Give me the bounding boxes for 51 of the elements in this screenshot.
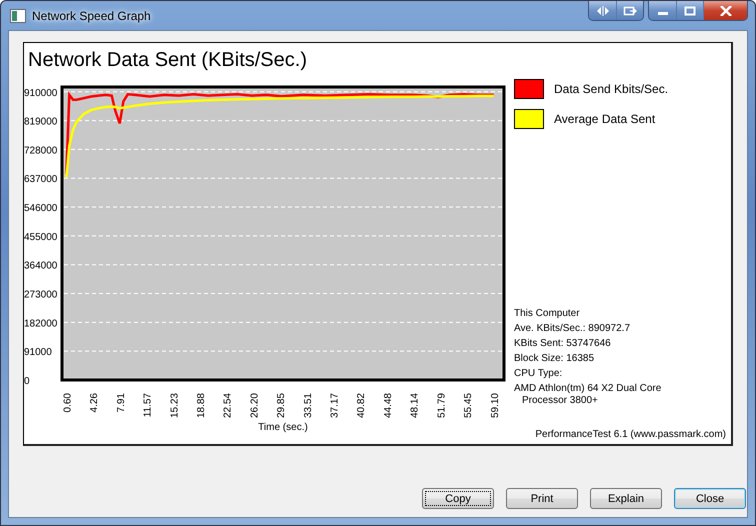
x-tick-label: 29.85: [276, 393, 288, 418]
dialog-button[interactable]: Explain: [590, 488, 662, 509]
x-tick-label: 51.79: [436, 393, 448, 418]
close-icon[interactable]: [703, 1, 747, 20]
info-text: KBits Sent: 53747646: [514, 338, 612, 351]
y-tick-label: 455000: [24, 232, 58, 243]
x-tick-label: 26.20: [249, 393, 260, 418]
x-tick-label: 11.57: [142, 393, 154, 418]
x-tick-label: 37.17: [330, 393, 341, 418]
credit-text: PerformanceTest 6.1 (www.passmark.com): [535, 429, 726, 440]
legend-label: Data Send Kbits/Sec.: [554, 82, 668, 96]
dialog-button[interactable]: Close: [674, 488, 746, 509]
y-tick-label: 0: [24, 376, 30, 387]
switch-icon[interactable]: [589, 1, 616, 20]
y-tick-label: 637000: [24, 174, 58, 186]
axis-title: Time (sec.): [258, 422, 308, 433]
export-icon[interactable]: [616, 1, 643, 20]
graph-title: Network Data Sent (KBits/Sec.): [28, 49, 308, 73]
info-text: AMD Athlon(tm) 64 X2 Dual Core: [514, 383, 662, 395]
y-tick-label: 910000: [24, 88, 58, 99]
info-text: Ave. KBits/Sec.: 890972.7: [514, 323, 632, 336]
x-tick-label: 22.54: [222, 393, 234, 418]
app-icon: [10, 9, 26, 23]
x-tick-label: 18.88: [196, 393, 207, 418]
y-tick-label: 728000: [24, 145, 58, 156]
x-tick-label: 0.60: [62, 393, 74, 412]
y-tick-label: 546000: [24, 203, 58, 214]
info-heading: This Computer: [514, 308, 581, 321]
info-text: CPU Type:: [514, 368, 564, 381]
x-tick-label: 55.45: [463, 393, 474, 418]
x-tick-label: 48.14: [410, 393, 421, 418]
legend-label: Average Data Sent: [554, 112, 656, 126]
dialog-button[interactable]: Copy: [422, 488, 494, 509]
window-title: Network Speed Graph: [32, 9, 151, 23]
y-tick-label: 819000: [24, 116, 58, 128]
info-text: Processor 3800+: [521, 395, 598, 407]
x-tick-label: 15.23: [169, 393, 180, 418]
y-tick-label: 364000: [24, 260, 58, 272]
maximize-icon[interactable]: [676, 1, 703, 20]
x-tick-label: 44.48: [382, 393, 394, 418]
dialog-button[interactable]: Print: [506, 488, 578, 509]
x-tick-label: 59.10: [490, 393, 501, 418]
y-tick-label: 91000: [24, 347, 52, 358]
minimize-icon[interactable]: [649, 1, 676, 20]
x-tick-label: 33.51: [302, 393, 314, 418]
y-tick-label: 182000: [24, 318, 58, 330]
info-text: Block Size: 16385: [514, 353, 596, 366]
x-tick-label: 7.91: [116, 393, 127, 412]
x-tick-label: 40.82: [356, 393, 368, 418]
x-tick-label: 4.26: [89, 393, 100, 412]
y-tick-label: 273000: [24, 290, 58, 301]
